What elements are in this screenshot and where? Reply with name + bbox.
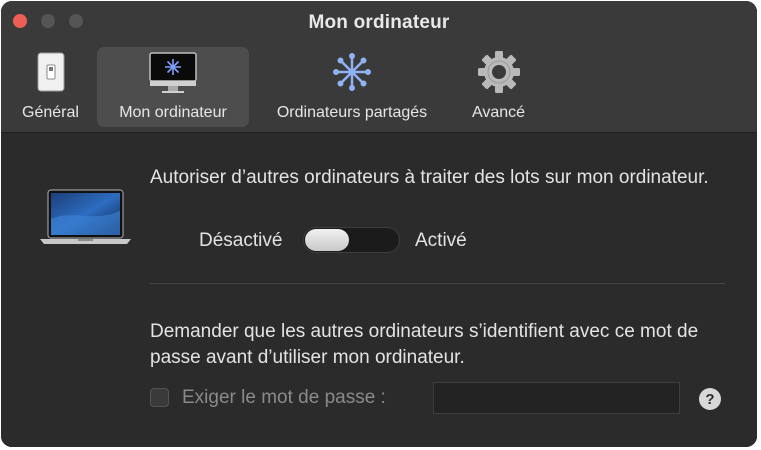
- tab-avance[interactable]: Avancé: [461, 47, 536, 127]
- window-title: Mon ordinateur: [308, 12, 450, 33]
- app-window: Mon ordinateur Général Mon ordinateur Or…: [1, 1, 757, 447]
- toggle-on-label: Activé: [415, 230, 467, 251]
- password-description: Demander que les autres ordinateurs s’id…: [150, 321, 699, 368]
- toolbar: Mon ordinateur Général Mon ordinateur Or…: [1, 1, 757, 133]
- require-password-checkbox[interactable]: [150, 388, 169, 407]
- toggle-off-label: Désactivé: [199, 230, 283, 251]
- divider: [150, 283, 725, 284]
- shared-computers-icon: [332, 47, 372, 97]
- laptop-icon: [38, 189, 133, 252]
- tab-mon-ordinateur[interactable]: Mon ordinateur: [97, 47, 249, 127]
- password-field[interactable]: [433, 382, 680, 414]
- processing-toggle[interactable]: [303, 227, 400, 253]
- toggle-knob: [305, 229, 349, 251]
- allow-description: Autoriser d’autres ordinateurs à traiter…: [150, 167, 709, 188]
- main-panel: Autoriser d’autres ordinateurs à traiter…: [1, 133, 757, 447]
- imac-icon: [148, 47, 198, 97]
- tab-avance-label: Avancé: [471, 104, 526, 121]
- gear-icon: [477, 47, 521, 97]
- tab-ordinateurs-partages[interactable]: Ordinateurs partagés: [259, 47, 445, 127]
- tab-general-label: Général: [22, 104, 79, 121]
- tab-mon-ordinateur-label: Mon ordinateur: [119, 104, 227, 121]
- tab-general[interactable]: Général: [13, 47, 88, 127]
- general-switch-icon: [37, 47, 65, 97]
- require-password-label: Exiger le mot de passe :: [182, 387, 386, 408]
- tab-ordinateurs-partages-label: Ordinateurs partagés: [276, 104, 428, 121]
- help-button[interactable]: ?: [699, 388, 721, 410]
